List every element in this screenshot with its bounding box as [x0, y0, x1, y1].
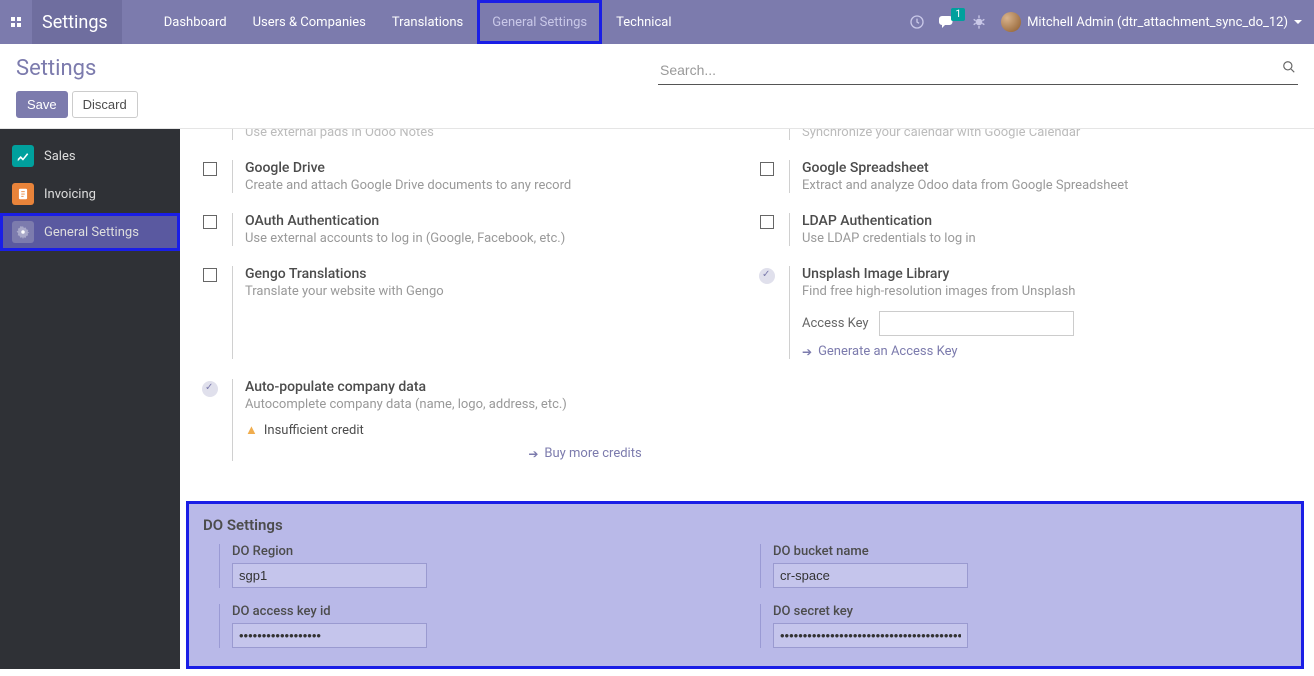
- control-panel: Settings Save Discard: [0, 44, 1314, 129]
- checkbox-oauth[interactable]: [203, 215, 217, 229]
- setting-desc: Create and attach Google Drive documents…: [245, 178, 737, 193]
- setting-google-spreadsheet: Google Spreadsheet Extract and analyze O…: [757, 160, 1294, 193]
- nav-general-settings[interactable]: General Settings: [477, 0, 602, 44]
- do-secret-label: DO secret key: [773, 604, 1271, 619]
- setting-title: LDAP Authentication: [802, 213, 1294, 229]
- unsplash-access-input[interactable]: [879, 311, 1074, 336]
- do-settings-header: DO Settings: [189, 504, 1301, 544]
- arrow-right-icon: ➔: [528, 447, 538, 461]
- top-navbar: Settings Dashboard Users & Companies Tra…: [0, 0, 1314, 44]
- setting-desc: Autocomplete company data (name, logo, a…: [245, 397, 665, 412]
- sidebar-item-invoicing[interactable]: Invoicing: [0, 175, 180, 213]
- setting-title: OAuth Authentication: [245, 213, 737, 229]
- setting-title: Unsplash Image Library: [802, 266, 1294, 282]
- setting-oauth: OAuth Authentication Use external accoun…: [200, 213, 737, 246]
- setting-desc: Find free high-resolution images from Un…: [802, 284, 1294, 299]
- sidebar-item-general-settings[interactable]: General Settings: [0, 213, 180, 251]
- settings-main: Use external pads in Odoo Notes Synchron…: [180, 129, 1314, 669]
- user-menu[interactable]: Mitchell Admin (dtr_attachment_sync_do_1…: [1001, 12, 1302, 32]
- nav-translations[interactable]: Translations: [380, 0, 475, 44]
- search-wrap: [658, 56, 1298, 85]
- unsplash-access-label: Access Key: [802, 316, 869, 331]
- settings-sidebar: Sales Invoicing General Settings: [0, 129, 180, 669]
- setting-title: Gengo Translations: [245, 266, 737, 282]
- sidebar-item-label: Sales: [44, 149, 76, 164]
- apps-grid-icon: [11, 17, 21, 27]
- messaging-icon[interactable]: 1: [939, 14, 957, 30]
- checkbox-google-drive[interactable]: [203, 162, 217, 176]
- checkbox-unsplash[interactable]: [759, 268, 775, 284]
- nav-users-companies[interactable]: Users & Companies: [241, 0, 378, 44]
- search-input[interactable]: [658, 56, 1298, 85]
- sidebar-item-label: Invoicing: [44, 187, 96, 202]
- arrow-right-icon: ➔: [802, 345, 812, 359]
- do-secret-input[interactable]: [773, 623, 968, 648]
- nav-technical[interactable]: Technical: [604, 0, 683, 44]
- do-settings-section: DO Settings DO Region DO bucket name: [186, 501, 1304, 669]
- setting-title: Google Spreadsheet: [802, 160, 1294, 176]
- checkbox-auto-populate[interactable]: [202, 381, 218, 397]
- setting-desc: Translate your website with Gengo: [245, 284, 737, 299]
- apps-launcher[interactable]: [0, 0, 32, 44]
- checkbox-gengo[interactable]: [203, 268, 217, 282]
- clock-icon[interactable]: [909, 14, 925, 30]
- messaging-badge: 1: [951, 8, 965, 21]
- warning-icon: ▲: [245, 422, 258, 438]
- setting-google-drive: Google Drive Create and attach Google Dr…: [200, 160, 737, 193]
- search-icon[interactable]: [1282, 60, 1296, 74]
- setting-ldap: LDAP Authentication Use LDAP credentials…: [757, 213, 1294, 246]
- setting-gengo: Gengo Translations Translate your websit…: [200, 266, 737, 359]
- unsplash-generate-link[interactable]: ➔ Generate an Access Key: [802, 344, 1294, 359]
- do-bucket-input[interactable]: [773, 563, 968, 588]
- app-brand[interactable]: Settings: [32, 0, 122, 44]
- avatar: [1001, 12, 1021, 32]
- warn-text: Insufficient credit: [264, 423, 364, 438]
- invoicing-icon: [12, 183, 34, 205]
- setting-desc: Use external accounts to log in (Google,…: [245, 231, 737, 246]
- nav-dashboard[interactable]: Dashboard: [152, 0, 239, 44]
- sales-icon: [12, 145, 34, 167]
- chevron-down-icon: [1294, 20, 1302, 24]
- nav-menu: Dashboard Users & Companies Translations…: [152, 0, 684, 44]
- do-access-label: DO access key id: [232, 604, 730, 619]
- page-title: Settings: [16, 56, 138, 81]
- setting-desc: Synchronize your calendar with Google Ca…: [802, 129, 1294, 140]
- setting-title: Auto-populate company data: [245, 379, 665, 395]
- do-bucket-label: DO bucket name: [773, 544, 1271, 559]
- setting-desc: Extract and analyze Odoo data from Googl…: [802, 178, 1294, 193]
- do-region-input[interactable]: [232, 563, 427, 588]
- gear-icon: [12, 221, 34, 243]
- sidebar-item-sales[interactable]: Sales: [0, 137, 180, 175]
- setting-auto-populate: Auto-populate company data Autocomplete …: [200, 379, 1294, 461]
- do-access-input[interactable]: [232, 623, 427, 648]
- setting-desc: Use LDAP credentials to log in: [802, 231, 1294, 246]
- buy-credits-link[interactable]: ➔ Buy more credits: [505, 446, 665, 461]
- save-button[interactable]: Save: [16, 91, 68, 118]
- setting-title: Google Drive: [245, 160, 737, 176]
- setting-unsplash: Unsplash Image Library Find free high-re…: [757, 266, 1294, 359]
- discard-button[interactable]: Discard: [72, 91, 138, 118]
- debug-icon[interactable]: [971, 14, 987, 30]
- setting-desc: Use external pads in Odoo Notes: [245, 129, 737, 140]
- nav-right: 1 Mitchell Admin (dtr_attachment_sync_do…: [909, 0, 1314, 44]
- do-region-label: DO Region: [232, 544, 730, 559]
- sidebar-item-label: General Settings: [44, 225, 139, 240]
- user-name: Mitchell Admin (dtr_attachment_sync_do_1…: [1027, 15, 1288, 30]
- checkbox-google-spreadsheet[interactable]: [760, 162, 774, 176]
- checkbox-ldap[interactable]: [760, 215, 774, 229]
